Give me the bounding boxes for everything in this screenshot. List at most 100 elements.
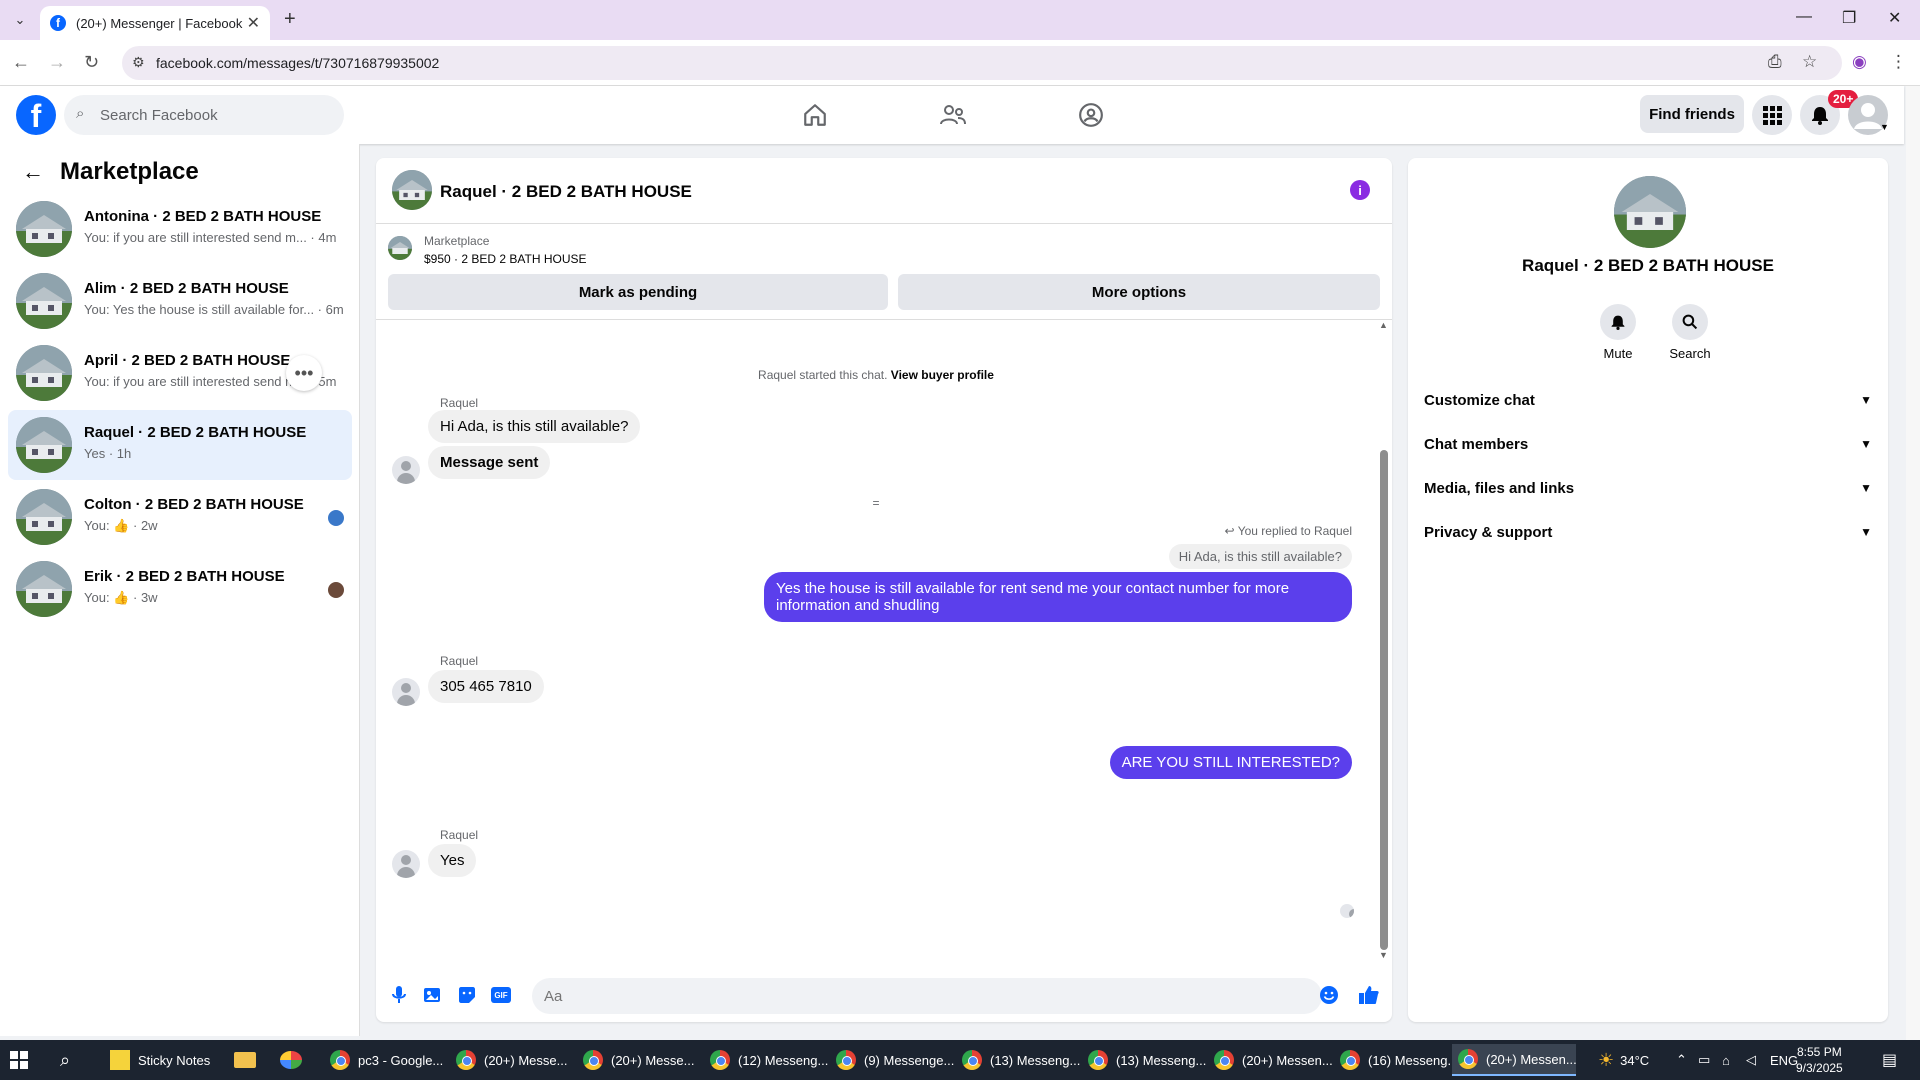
page-scrollbar[interactable] (1906, 86, 1920, 1040)
url-field[interactable]: ⚙ facebook.com/messages/t/73071687993500… (122, 46, 1842, 80)
emoji-icon[interactable] (1318, 984, 1340, 1006)
photo-icon[interactable] (422, 984, 444, 1006)
account-chevron-icon[interactable]: ▼ (1880, 122, 1889, 132)
message-input[interactable] (532, 978, 1322, 1014)
outgoing-message[interactable]: Yes the house is still available for ren… (764, 572, 1352, 622)
conversation-item-antonina[interactable]: Antonina · 2 BED 2 BATH HOUSE You: if yo… (8, 194, 352, 264)
incoming-message[interactable]: Hi Ada, is this still available? (428, 410, 641, 443)
sticker-icon[interactable] (456, 984, 478, 1006)
taskbar-app-label: (12) Messeng... (738, 1052, 829, 1068)
thread-scrollbar[interactable]: ▲ ▼ (1378, 320, 1388, 960)
taskbar-app-label: (16) Messeng... (1368, 1052, 1459, 1068)
taskbar-search-icon[interactable]: ⌕ (60, 1044, 70, 1076)
restore-button[interactable]: ❐ (1842, 8, 1856, 28)
taskbar-app-chrome[interactable]: (9) Messenge... (830, 1044, 954, 1076)
more-options-button[interactable]: More options (898, 274, 1380, 310)
windows-start-icon[interactable] (10, 1044, 38, 1076)
chat-title[interactable]: Raquel · 2 BED 2 BATH HOUSE (440, 182, 692, 202)
privacy-support-section[interactable]: Privacy & support ▼ (1424, 514, 1872, 550)
scrollbar-thumb[interactable] (1380, 450, 1388, 950)
tab-search-dropdown[interactable]: ⌄ (8, 9, 32, 31)
scroll-up-icon[interactable]: ▲ (1379, 320, 1388, 330)
listing-thumbnail[interactable] (388, 236, 412, 260)
sender-avatar[interactable] (392, 456, 420, 484)
facebook-search-input[interactable]: ⌕ Search Facebook (64, 95, 344, 135)
taskbar-app-sticky-notes[interactable]: Sticky Notes (106, 1044, 230, 1076)
gif-icon[interactable]: GIF (490, 984, 512, 1006)
chat-avatar[interactable] (392, 170, 432, 210)
taskbar-app-chrome[interactable]: (12) Messeng... (704, 1044, 828, 1076)
chat-members-section[interactable]: Chat members ▼ (1424, 426, 1872, 462)
search-in-chat-button[interactable]: Search (1658, 304, 1722, 361)
incoming-message[interactable]: Message sent (428, 446, 551, 479)
taskbar-app-chrome-active[interactable]: (20+) Messen... (1452, 1044, 1577, 1076)
sender-avatar[interactable] (392, 678, 420, 706)
find-friends-button[interactable]: Find friends (1640, 95, 1744, 133)
network-icon[interactable]: ⌂ (1722, 1040, 1730, 1080)
groups-icon[interactable] (1076, 100, 1106, 130)
conversation-item-colton[interactable]: Colton · 2 BED 2 BATH HOUSE You: 👍 · 2w (8, 482, 352, 552)
section-label: Privacy & support (1424, 523, 1553, 541)
mark-as-pending-button[interactable]: Mark as pending (388, 274, 888, 310)
taskbar-app-chrome[interactable]: (13) Messeng... (956, 1044, 1080, 1076)
paint-app-icon[interactable] (280, 1044, 302, 1076)
taskbar-app-chrome[interactable]: (20+) Messe... (577, 1044, 701, 1076)
incoming-message[interactable]: Yes (428, 844, 477, 877)
file-explorer-icon[interactable] (234, 1044, 256, 1076)
tray-chevron-icon[interactable]: ⌃ (1676, 1040, 1687, 1080)
close-tab-icon[interactable]: ✕ (247, 13, 260, 33)
contact-avatar[interactable] (1614, 176, 1686, 248)
volume-icon[interactable]: ◁ (1746, 1040, 1756, 1080)
battery-icon[interactable]: ▭ (1698, 1040, 1710, 1080)
more-options-icon[interactable]: ••• (286, 355, 322, 391)
view-buyer-profile-link[interactable]: View buyer profile (891, 368, 994, 382)
bookmark-star-icon[interactable]: ☆ (1802, 52, 1817, 72)
minimize-button[interactable]: — (1796, 8, 1812, 26)
taskbar-app-chrome[interactable]: (16) Messeng... (1334, 1044, 1458, 1076)
listing-price-title[interactable]: $950 · 2 BED 2 BATH HOUSE (424, 252, 587, 266)
conversation-item-raquel[interactable]: Raquel · 2 BED 2 BATH HOUSE Yes · 1h (8, 410, 352, 480)
install-app-icon[interactable]: ⎙ (1768, 52, 1782, 72)
customize-chat-section[interactable]: Customize chat ▼ (1424, 382, 1872, 418)
taskbar-app-chrome[interactable]: (13) Messeng... (1082, 1044, 1206, 1076)
close-window-button[interactable]: ✕ (1888, 8, 1901, 28)
forward-arrow-icon[interactable]: → (48, 52, 66, 73)
back-arrow-icon[interactable]: ← (12, 52, 30, 73)
browser-menu-icon[interactable]: ⋮ (1890, 52, 1907, 72)
taskbar-app-chrome[interactable]: (20+) Messen... (1208, 1044, 1333, 1076)
incoming-message[interactable]: 305 465 7810 (428, 670, 544, 703)
sender-avatar[interactable] (392, 850, 420, 878)
outgoing-message[interactable]: ARE YOU STILL INTERESTED? (1109, 746, 1352, 779)
site-info-icon[interactable]: ⚙ (132, 54, 145, 71)
notification-center-icon[interactable]: ▤ (1882, 1040, 1897, 1080)
friends-icon[interactable] (938, 100, 968, 130)
house-thumbnail (16, 489, 72, 545)
browser-tab[interactable]: f (20+) Messenger | Facebook ✕ (40, 6, 270, 40)
conversation-item-erik[interactable]: Erik · 2 BED 2 BATH HOUSE You: 👍 · 3w (8, 554, 352, 624)
scroll-down-icon[interactable]: ▼ (1379, 950, 1388, 960)
profile-icon[interactable]: ◉ (1852, 52, 1867, 72)
seen-avatar (328, 510, 344, 526)
conversation-preview: Yes · 1h (84, 446, 132, 461)
weather-widget[interactable]: ☀ 34°C (1598, 1040, 1649, 1080)
quoted-message[interactable]: Hi Ada, is this still available? (1168, 544, 1352, 569)
language-indicator[interactable]: ENG (1770, 1040, 1798, 1080)
menu-grid-icon[interactable] (1752, 95, 1792, 135)
home-icon[interactable] (800, 100, 830, 130)
new-tab-button[interactable]: + (284, 8, 296, 31)
conversation-item-april[interactable]: April · 2 BED 2 BATH HOUSE You: if you a… (8, 338, 352, 408)
back-arrow-icon[interactable]: ← (22, 159, 44, 185)
microphone-icon[interactable] (388, 984, 410, 1006)
marketplace-conversation-list: ← Marketplace Antonina · 2 BED 2 BATH HO… (0, 144, 360, 1036)
info-icon[interactable]: i (1350, 180, 1370, 200)
like-thumbs-up-icon[interactable] (1358, 984, 1380, 1006)
mute-button[interactable]: Mute (1586, 304, 1650, 361)
conversation-name: Erik · 2 BED 2 BATH HOUSE (84, 568, 285, 585)
system-clock[interactable]: 8:55 PM 9/3/2025 (1796, 1044, 1843, 1076)
conversation-item-alim[interactable]: Alim · 2 BED 2 BATH HOUSE You: Yes the h… (8, 266, 352, 336)
taskbar-app-chrome[interactable]: pc3 - Google... (324, 1044, 448, 1076)
facebook-logo-icon[interactable]: f (16, 95, 56, 135)
reload-icon[interactable]: ↻ (84, 52, 99, 73)
media-files-links-section[interactable]: Media, files and links ▼ (1424, 470, 1872, 506)
taskbar-app-chrome[interactable]: (20+) Messe... (450, 1044, 574, 1076)
